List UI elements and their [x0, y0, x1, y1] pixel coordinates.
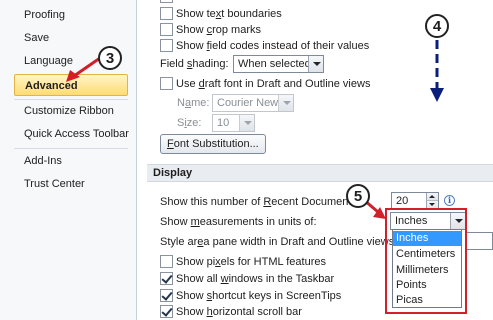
font-name-label: Name:	[177, 97, 210, 109]
callout-step-4: 4	[425, 14, 449, 38]
sidebar-item-save[interactable]: Save	[0, 27, 136, 49]
draft-font-label: Use draft font in Draft and Outline view…	[176, 78, 371, 90]
font-name-dropdown[interactable]: Courier New	[212, 94, 294, 112]
sidebar-item-advanced[interactable]: Advanced	[14, 74, 128, 96]
font-size-value: 10	[217, 117, 230, 129]
crop-marks-checkbox[interactable]	[160, 23, 173, 36]
all-windows-checkbox[interactable]	[160, 272, 173, 285]
chevron-down-icon[interactable]	[278, 95, 293, 111]
sidebar-item-proofing[interactable]: Proofing	[0, 4, 136, 26]
font-name-value: Courier New	[217, 97, 279, 109]
checkbox[interactable]	[160, 0, 173, 3]
annotation-highlight-box	[385, 208, 467, 314]
sidebar-item-customize-ribbon[interactable]: Customize Ribbon	[0, 100, 136, 122]
recent-docs-value: 20	[396, 195, 409, 207]
spin-up-icon[interactable]	[426, 193, 438, 201]
shortcut-keys-checkbox[interactable]	[160, 289, 173, 302]
all-windows-label: Show all windows in the Taskbar	[176, 273, 335, 285]
crop-marks-label: Show crop marks	[176, 24, 261, 36]
callout-step-3: 3	[98, 46, 122, 70]
horizontal-scroll-checkbox[interactable]	[160, 305, 173, 318]
sidebar-item-quick-access-toolbar[interactable]: Quick Access Toolbar	[0, 123, 136, 145]
field-codes-checkbox[interactable]	[160, 39, 173, 52]
info-icon[interactable]: i	[444, 195, 455, 206]
shortcut-keys-label: Show shortcut keys in ScreenTips	[176, 290, 342, 302]
text-boundaries-label: Show text boundaries	[176, 8, 282, 20]
display-section-heading: Display	[147, 164, 493, 182]
field-shading-value: When selected	[238, 58, 311, 70]
pixels-html-checkbox[interactable]	[160, 255, 173, 268]
style-area-input[interactable]	[465, 232, 493, 250]
sidebar-divider	[14, 148, 128, 149]
chevron-down-icon[interactable]	[239, 115, 254, 131]
measurement-units-label: Show measurements in units of:	[160, 216, 317, 228]
word-options-advanced: Proofing Save Language Advanced Customiz…	[0, 0, 493, 320]
style-area-label: Style area pane width in Draft and Outli…	[160, 236, 398, 248]
field-shading-label: Field shading:	[160, 58, 229, 70]
horizontal-scroll-label: Show horizontal scroll bar	[176, 306, 302, 318]
text-boundaries-checkbox[interactable]	[160, 7, 173, 20]
sidebar-item-add-ins[interactable]: Add-Ins	[0, 150, 136, 172]
font-size-dropdown[interactable]: 10	[212, 114, 255, 132]
font-substitution-button[interactable]: Font Substitution...	[160, 134, 266, 154]
field-shading-dropdown[interactable]: When selected	[233, 55, 324, 73]
chevron-down-icon[interactable]	[308, 56, 323, 72]
draft-font-checkbox[interactable]	[160, 77, 173, 90]
callout-step-5: 5	[346, 184, 370, 208]
font-size-label: Size:	[177, 117, 202, 129]
pixels-html-label: Show pixels for HTML features	[176, 256, 326, 268]
recent-docs-label: Show this number of Recent Documents:	[160, 196, 360, 208]
field-codes-label: Show field codes instead of their values	[176, 40, 370, 52]
sidebar-item-trust-center[interactable]: Trust Center	[0, 173, 136, 195]
